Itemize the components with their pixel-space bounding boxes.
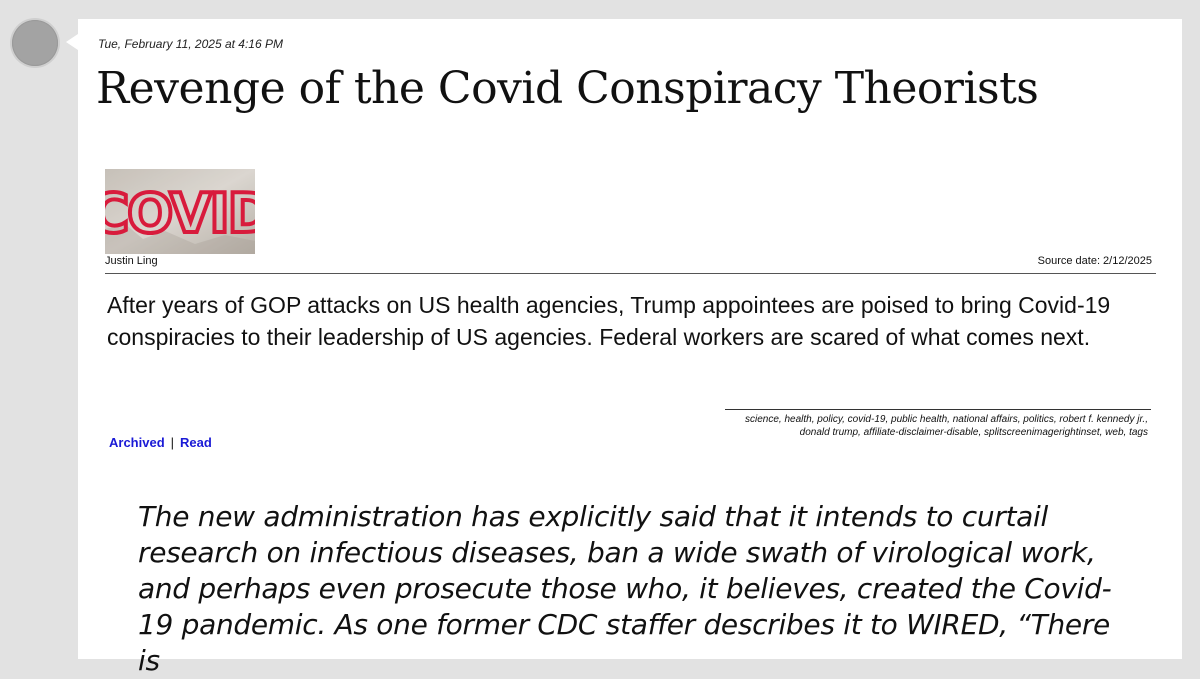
post-links: Archived | Read [109, 435, 212, 450]
pull-quote: The new administration has explicitly sa… [138, 500, 1112, 677]
source-date: Source date: 2/12/2025 [1037, 255, 1152, 267]
post-thumbnail[interactable]: COVID [105, 169, 255, 254]
post-summary: After years of GOP attacks on US health … [107, 292, 1111, 350]
covid-graffiti-image: COVID [105, 169, 255, 254]
post-timestamp: Tue, February 11, 2025 at 4:16 PM [98, 37, 283, 51]
avatar[interactable] [12, 20, 58, 66]
post-tags: science, health, policy, covid-19, publi… [745, 414, 1148, 438]
post-title[interactable]: Revenge of the Covid Conspiracy Theorist… [96, 61, 1039, 117]
card-pointer [66, 34, 78, 50]
post-card: Tue, February 11, 2025 at 4:16 PM Reveng… [78, 19, 1182, 677]
post-author: Justin Ling [105, 255, 158, 267]
divider [105, 273, 1156, 274]
link-separator: | [170, 435, 175, 450]
read-link[interactable]: Read [180, 435, 212, 450]
tags-divider [725, 409, 1151, 410]
graffiti-text: COVID [105, 182, 255, 245]
archived-link[interactable]: Archived [109, 435, 165, 450]
